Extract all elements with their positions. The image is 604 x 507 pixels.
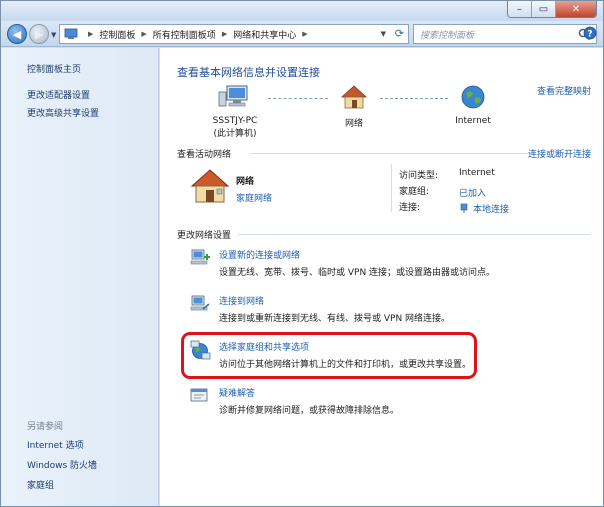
sidebar-item-homegroup[interactable]: 家庭组 <box>27 478 54 491</box>
view-full-map-link[interactable]: 查看完整映射 <box>537 84 591 97</box>
maximize-button[interactable]: ▭ <box>532 1 556 17</box>
change-settings-heading: 更改网络设置 <box>177 231 232 241</box>
property-row: 连接: 本地连接 <box>399 200 509 216</box>
access-type-value: Internet <box>459 168 495 178</box>
control-panel-icon <box>64 28 78 39</box>
computer-sublabel: (此计算机) <box>213 129 257 139</box>
divider <box>250 153 533 154</box>
breadcrumb-chevron-icon: ▶ <box>88 30 94 38</box>
map-node-internet[interactable]: Internet <box>448 84 498 126</box>
homegroup-joined-link[interactable]: 已加入 <box>459 184 486 200</box>
breadcrumb-chevron-icon[interactable]: ▶ <box>302 30 307 38</box>
navigation-bar: ◀ ▶ ▼ ▶ 控制面板 ▶ 所有控制面板项 ▶ 网络和共享中心 ▶ ▼ ⟳ 搜… <box>1 21 603 47</box>
troubleshoot-description: 诊断并修复网络问题，或获得故障排除信息。 <box>219 406 400 416</box>
search-box[interactable]: 搜索控制面板 <box>413 24 597 44</box>
map-connector <box>380 98 448 99</box>
red-highlight-annotation <box>181 332 477 379</box>
network-type-link[interactable]: 家庭网络 <box>236 191 272 204</box>
breadcrumb-all-items[interactable]: 所有控制面板项 <box>153 28 216 41</box>
divider <box>238 234 591 235</box>
sidebar-item-change-adapter[interactable]: 更改适配器设置 <box>27 88 90 101</box>
sidebar-item-advanced-sharing[interactable]: 更改高级共享设置 <box>27 106 99 119</box>
map-connector <box>268 98 328 99</box>
refresh-icon[interactable]: ⟳ <box>395 27 404 40</box>
page-title: 查看基本网络信息并设置连接 <box>177 66 320 79</box>
forward-button[interactable]: ▶ <box>29 24 49 44</box>
house-icon <box>340 85 368 109</box>
close-button[interactable]: ✕ <box>556 1 596 17</box>
local-connection-label: 本地连接 <box>473 204 510 215</box>
troubleshoot-icon <box>190 388 208 402</box>
homegroup-label: 家庭组: <box>399 187 430 197</box>
sidebar: 控制面板主页 更改适配器设置 更改高级共享设置 另请参阅 Internet 选项… <box>1 48 159 506</box>
active-networks-heading: 查看活动网络 <box>177 150 232 160</box>
home-network-icon <box>190 169 230 203</box>
connect-network-description: 连接到或重新连接到无线、有线、拨号或 VPN 网络连接。 <box>219 314 451 324</box>
network-adapter-icon <box>460 203 468 213</box>
map-node-this-computer[interactable]: SSSTJY-PC (此计算机) <box>200 84 270 139</box>
breadcrumb-chevron-icon[interactable]: ▶ <box>222 30 227 38</box>
property-row: 访问类型: Internet <box>399 168 509 184</box>
map-node-network[interactable]: 网络 <box>334 84 374 129</box>
connect-disconnect-link[interactable]: 连接或断开连接 <box>528 147 591 160</box>
troubleshoot-link[interactable]: 疑难解答 <box>219 386 255 399</box>
sidebar-item-control-panel-home[interactable]: 控制面板主页 <box>27 62 81 75</box>
connect-network-icon <box>190 295 210 311</box>
breadcrumb-chevron-icon[interactable]: ▶ <box>141 30 146 38</box>
local-connection-link[interactable]: 本地连接 <box>459 200 509 216</box>
svg-text:?: ? <box>587 30 592 40</box>
window: – ▭ ✕ ◀ ▶ ▼ ▶ 控制面板 ▶ 所有控制面板项 ▶ 网络和共享中心 ▶… <box>0 0 604 507</box>
breadcrumb-network-center[interactable]: 网络和共享中心 <box>233 28 296 41</box>
help-icon[interactable]: ? <box>583 26 597 40</box>
divider <box>391 164 392 212</box>
search-placeholder: 搜索控制面板 <box>420 30 475 41</box>
forward-arrow-icon: ▶ <box>34 27 44 41</box>
setup-connection-link[interactable]: 设置新的连接或网络 <box>219 248 300 261</box>
window-controls: – ▭ ✕ <box>507 1 597 18</box>
title-bar: – ▭ ✕ <box>1 1 603 21</box>
address-bar[interactable]: ▶ 控制面板 ▶ 所有控制面板项 ▶ 网络和共享中心 ▶ ▼ ⟳ <box>59 24 409 44</box>
breadcrumb-control-panel[interactable]: 控制面板 <box>99 28 135 41</box>
back-arrow-icon: ◀ <box>12 27 22 41</box>
network-node-label: 网络 <box>344 119 363 129</box>
computer-name: SSSTJY-PC <box>212 116 258 126</box>
internet-node-label: Internet <box>455 116 491 126</box>
recent-pages-dropdown-icon[interactable]: ▼ <box>51 31 56 39</box>
active-network-name: 网络 <box>236 177 255 187</box>
sidebar-item-firewall[interactable]: Windows 防火墙 <box>27 458 97 471</box>
see-also-heading: 另请参阅 <box>27 422 64 432</box>
sidebar-item-internet-options[interactable]: Internet 选项 <box>27 438 84 451</box>
access-type-label: 访问类型: <box>399 171 439 181</box>
computer-icon <box>218 85 248 107</box>
network-properties: 访问类型: Internet 家庭组: 已加入 连接: 本地连接 <box>399 168 509 216</box>
connect-network-link[interactable]: 连接到网络 <box>219 294 264 307</box>
setup-connection-description: 设置无线、宽带、拨号、临时或 VPN 连接；或设置路由器或访问点。 <box>219 268 496 278</box>
minimize-button[interactable]: – <box>508 1 532 17</box>
back-button[interactable]: ◀ <box>7 24 27 44</box>
connection-label: 连接: <box>399 203 421 213</box>
address-dropdown-icon[interactable]: ▼ <box>381 30 386 38</box>
property-row: 家庭组: 已加入 <box>399 184 509 200</box>
main-content: ? 查看基本网络信息并设置连接 查看完整映射 SSSTJY-PC (此计算机) … <box>160 26 603 506</box>
globe-icon <box>461 85 485 109</box>
new-connection-icon <box>190 249 210 265</box>
